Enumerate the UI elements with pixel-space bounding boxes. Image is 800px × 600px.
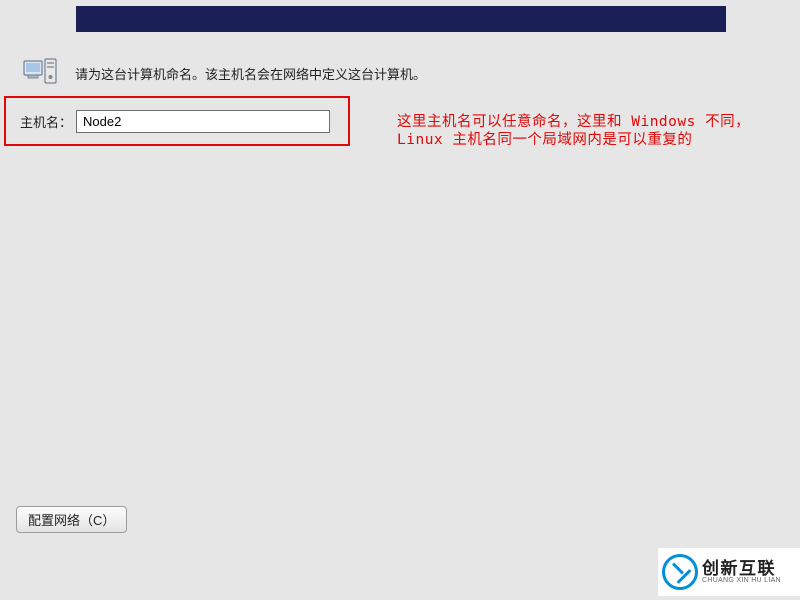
top-banner <box>76 6 726 32</box>
watermark-logo-icon <box>662 554 698 590</box>
hostname-input[interactable] <box>76 110 330 133</box>
configure-network-button[interactable]: 配置网络（C） <box>16 506 127 533</box>
watermark-cn: 创新互联 <box>702 560 781 577</box>
annotation-text: 这里主机名可以任意命名，这里和 Windows 不同，Linux 主机名同一个局… <box>397 113 777 149</box>
watermark-text: 创新互联 CHUANG XIN HU LIAN <box>702 560 781 584</box>
configure-network-area: 配置网络（C） <box>16 506 127 533</box>
hostname-label: 主机名： <box>20 112 72 131</box>
hostname-form-highlight: 主机名： <box>4 96 350 146</box>
watermark: 创新互联 CHUANG XIN HU LIAN <box>658 548 800 596</box>
computer-icon <box>23 58 63 88</box>
watermark-en: CHUANG XIN HU LIAN <box>702 577 781 584</box>
instruction-row: 请为这台计算机命名。该主机名会在网络中定义这台计算机。 <box>23 58 426 88</box>
configure-network-label: 配置网络（C） <box>28 510 115 529</box>
instruction-text: 请为这台计算机命名。该主机名会在网络中定义这台计算机。 <box>75 64 426 83</box>
